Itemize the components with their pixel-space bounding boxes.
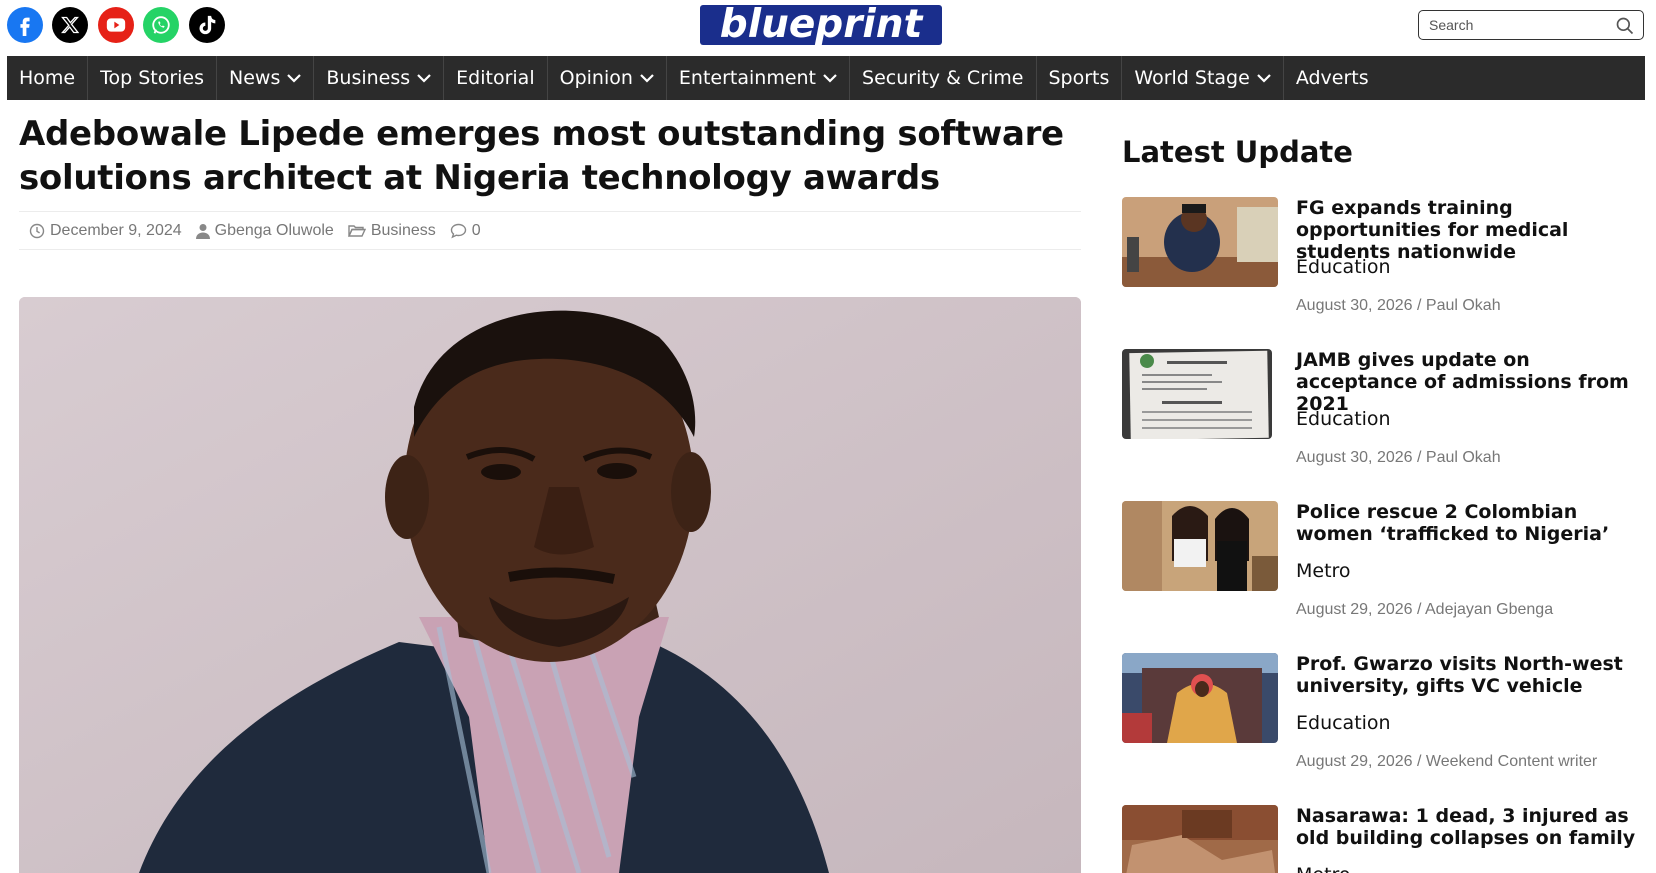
nav-item-home[interactable]: Home xyxy=(7,56,89,100)
search-icon[interactable] xyxy=(1615,16,1635,36)
post-meta: August 29, 2026 / Weekend Content writer xyxy=(1296,753,1598,770)
nav-item-adverts[interactable]: Adverts xyxy=(1284,56,1381,100)
chevron-down-icon xyxy=(823,74,837,83)
post-title[interactable]: Police rescue 2 Colombian women ‘traffic… xyxy=(1296,501,1641,545)
nav-label: Sports xyxy=(1048,67,1110,89)
post-category[interactable]: Education xyxy=(1296,408,1391,430)
x-icon[interactable] xyxy=(52,7,88,43)
post-category[interactable]: Education xyxy=(1296,712,1391,734)
nav-label: Editorial xyxy=(456,67,535,89)
nav-item-world-stage[interactable]: World Stage xyxy=(1122,56,1284,100)
meta-date-text: December 9, 2024 xyxy=(50,221,182,239)
nav-label: Top Stories xyxy=(100,67,205,89)
article-featured-image xyxy=(19,297,1081,873)
top-bar: blueprint xyxy=(0,0,1656,56)
nav-item-editorial[interactable]: Editorial xyxy=(444,56,548,100)
nav-item-security-crime[interactable]: Security & Crime xyxy=(850,56,1037,100)
main-nav: Home Top Stories News Business Editorial… xyxy=(7,56,1645,100)
post-thumbnail[interactable] xyxy=(1122,501,1278,591)
comment-icon xyxy=(450,223,466,238)
search-box[interactable] xyxy=(1418,10,1644,40)
facebook-icon[interactable] xyxy=(7,7,43,43)
post-meta: August 29, 2026 / Adejayan Gbenga xyxy=(1296,601,1554,618)
post-author[interactable]: Weekend Content writer xyxy=(1426,753,1597,770)
nav-item-sports[interactable]: Sports xyxy=(1037,56,1123,100)
chevron-down-icon xyxy=(417,74,431,83)
site-logo[interactable]: blueprint xyxy=(700,5,942,45)
nav-label: News xyxy=(229,67,281,89)
post-author[interactable]: Paul Okah xyxy=(1426,449,1501,466)
article-title: Adebowale Lipede emerges most outstandin… xyxy=(19,114,1064,198)
nav-item-top-stories[interactable]: Top Stories xyxy=(88,56,218,100)
clock-icon xyxy=(29,223,45,238)
post-thumbnail[interactable] xyxy=(1122,197,1278,287)
post-date: August 30, 2026 xyxy=(1296,297,1413,314)
meta-category[interactable]: Business xyxy=(347,221,436,240)
post-author[interactable]: Adejayan Gbenga xyxy=(1425,601,1553,618)
nav-item-opinion[interactable]: Opinion xyxy=(548,56,667,100)
folder-open-icon xyxy=(347,224,366,237)
meta-comments-count: 0 xyxy=(471,221,481,239)
nav-label: Opinion xyxy=(559,67,633,89)
nav-label: Adverts xyxy=(1295,67,1369,89)
post-author[interactable]: Paul Okah xyxy=(1426,297,1501,314)
nav-label: Entertainment xyxy=(678,67,817,89)
meta-comments[interactable]: 0 xyxy=(450,222,481,240)
meta-author[interactable]: Gbenga Oluwole xyxy=(195,221,334,240)
post-thumbnail[interactable] xyxy=(1122,653,1278,743)
whatsapp-icon[interactable] xyxy=(143,7,179,43)
post-title[interactable]: Nasarawa: 1 dead, 3 injured as old build… xyxy=(1296,805,1641,849)
nav-label: World Stage xyxy=(1134,67,1250,89)
youtube-icon[interactable] xyxy=(98,7,134,43)
chevron-down-icon xyxy=(640,74,654,83)
post-title[interactable]: JAMB gives update on acceptance of admis… xyxy=(1296,349,1641,415)
user-icon xyxy=(195,223,210,239)
meta-date[interactable]: December 9, 2024 xyxy=(29,222,182,240)
chevron-down-icon xyxy=(287,74,302,83)
nav-item-news[interactable]: News xyxy=(217,56,315,100)
tiktok-icon[interactable] xyxy=(189,7,225,43)
article-meta: December 9, 2024 Gbenga Oluwole Business… xyxy=(19,211,1081,250)
post-date: August 29, 2026 xyxy=(1296,753,1413,770)
chevron-down-icon xyxy=(1257,74,1271,83)
post-category[interactable]: Metro xyxy=(1296,560,1351,582)
nav-label: Home xyxy=(19,67,76,89)
nav-item-business[interactable]: Business xyxy=(314,56,445,100)
post-date: August 29, 2026 xyxy=(1296,601,1413,618)
post-thumbnail[interactable] xyxy=(1122,805,1278,873)
post-meta: August 30, 2026 / Paul Okah xyxy=(1296,297,1501,314)
nav-label: Business xyxy=(326,67,411,89)
search-input[interactable] xyxy=(1419,11,1599,39)
meta-author-text: Gbenga Oluwole xyxy=(214,221,334,239)
nav-item-entertainment[interactable]: Entertainment xyxy=(667,56,851,100)
post-thumbnail[interactable] xyxy=(1122,349,1272,439)
post-category[interactable]: Metro xyxy=(1296,864,1351,873)
logo-text: blueprint xyxy=(719,2,923,47)
post-meta: August 30, 2026 / Paul Okah xyxy=(1296,449,1501,466)
post-title[interactable]: FG expands training opportunities for me… xyxy=(1296,197,1641,263)
nav-label: Security & Crime xyxy=(862,67,1024,89)
post-date: August 30, 2026 xyxy=(1296,449,1413,466)
meta-category-text: Business xyxy=(370,221,436,239)
sidebar-title: Latest Update xyxy=(1122,135,1353,169)
post-category[interactable]: Education xyxy=(1296,256,1391,278)
post-title[interactable]: Prof. Gwarzo visits North-west universit… xyxy=(1296,653,1641,697)
